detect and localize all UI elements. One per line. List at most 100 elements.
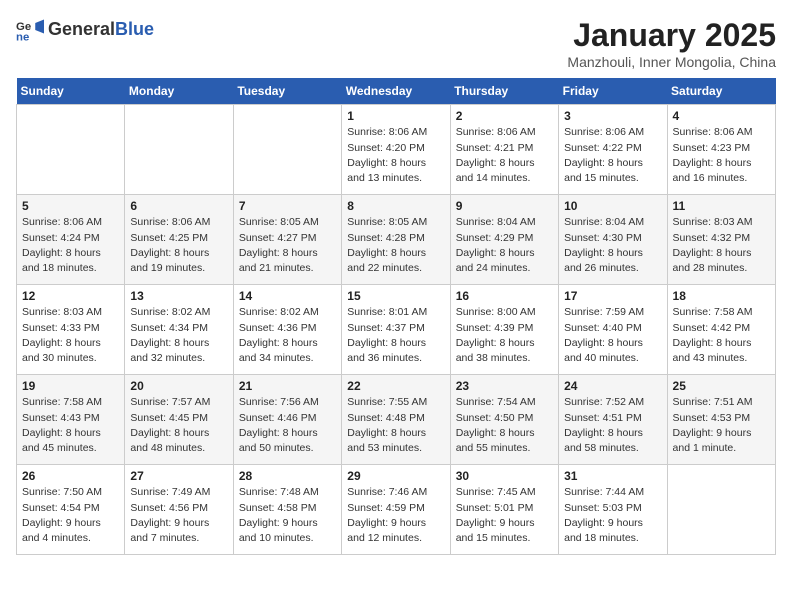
- calendar-table: SundayMondayTuesdayWednesdayThursdayFrid…: [16, 78, 776, 555]
- day-number: 30: [456, 469, 553, 483]
- day-number: 7: [239, 199, 336, 213]
- day-number: 14: [239, 289, 336, 303]
- calendar-cell: 28 Sunrise: 7:48 AM Sunset: 4:58 PM Dayli…: [233, 465, 341, 555]
- day-number: 1: [347, 109, 444, 123]
- weekday-header-row: SundayMondayTuesdayWednesdayThursdayFrid…: [17, 78, 776, 105]
- svg-text:ne: ne: [16, 32, 29, 44]
- calendar-cell: 17 Sunrise: 7:59 AM Sunset: 4:40 PM Dayli…: [559, 285, 667, 375]
- day-number: 17: [564, 289, 661, 303]
- calendar-cell: 30 Sunrise: 7:45 AM Sunset: 5:01 PM Dayli…: [450, 465, 558, 555]
- calendar-cell: [233, 105, 341, 195]
- calendar-week-row: 12 Sunrise: 8:03 AM Sunset: 4:33 PM Dayli…: [17, 285, 776, 375]
- calendar-week-row: 1 Sunrise: 8:06 AM Sunset: 4:20 PM Daylig…: [17, 105, 776, 195]
- day-detail: Sunrise: 7:52 AM Sunset: 4:51 PM Dayligh…: [564, 395, 661, 456]
- day-number: 8: [347, 199, 444, 213]
- calendar-cell: 11 Sunrise: 8:03 AM Sunset: 4:32 PM Dayli…: [667, 195, 775, 285]
- day-detail: Sunrise: 7:44 AM Sunset: 5:03 PM Dayligh…: [564, 485, 661, 546]
- day-number: 5: [22, 199, 119, 213]
- day-detail: Sunrise: 7:48 AM Sunset: 4:58 PM Dayligh…: [239, 485, 336, 546]
- day-detail: Sunrise: 8:02 AM Sunset: 4:34 PM Dayligh…: [130, 305, 227, 366]
- calendar-cell: 22 Sunrise: 7:55 AM Sunset: 4:48 PM Dayli…: [342, 375, 450, 465]
- location-subtitle: Manzhouli, Inner Mongolia, China: [567, 54, 776, 70]
- day-number: 3: [564, 109, 661, 123]
- day-number: 16: [456, 289, 553, 303]
- calendar-cell: 12 Sunrise: 8:03 AM Sunset: 4:33 PM Dayli…: [17, 285, 125, 375]
- day-detail: Sunrise: 8:06 AM Sunset: 4:22 PM Dayligh…: [564, 125, 661, 186]
- day-number: 25: [673, 379, 770, 393]
- calendar-week-row: 5 Sunrise: 8:06 AM Sunset: 4:24 PM Daylig…: [17, 195, 776, 285]
- logo: Ge ne GeneralBlue: [16, 16, 154, 44]
- day-detail: Sunrise: 7:54 AM Sunset: 4:50 PM Dayligh…: [456, 395, 553, 456]
- calendar-cell: [667, 465, 775, 555]
- calendar-cell: 15 Sunrise: 8:01 AM Sunset: 4:37 PM Dayli…: [342, 285, 450, 375]
- calendar-cell: 27Sunrise: 7:49 AM Sunset: 4:56 PM Dayli…: [125, 465, 233, 555]
- calendar-cell: 25Sunrise: 7:51 AM Sunset: 4:53 PM Dayli…: [667, 375, 775, 465]
- calendar-cell: [17, 105, 125, 195]
- day-number: 10: [564, 199, 661, 213]
- day-detail: Sunrise: 7:57 AM Sunset: 4:45 PM Dayligh…: [130, 395, 227, 456]
- calendar-cell: 21 Sunrise: 7:56 AM Sunset: 4:46 PM Dayli…: [233, 375, 341, 465]
- day-number: 18: [673, 289, 770, 303]
- day-detail: Sunrise: 7:55 AM Sunset: 4:48 PM Dayligh…: [347, 395, 444, 456]
- weekday-header-thursday: Thursday: [450, 78, 558, 105]
- day-number: 9: [456, 199, 553, 213]
- day-detail: Sunrise: 7:45 AM Sunset: 5:01 PM Dayligh…: [456, 485, 553, 546]
- calendar-cell: 3 Sunrise: 8:06 AM Sunset: 4:22 PM Daylig…: [559, 105, 667, 195]
- day-detail: Sunrise: 8:03 AM Sunset: 4:32 PM Dayligh…: [673, 215, 770, 276]
- day-detail: Sunrise: 7:58 AM Sunset: 4:43 PM Dayligh…: [22, 395, 119, 456]
- calendar-cell: 23 Sunrise: 7:54 AM Sunset: 4:50 PM Dayli…: [450, 375, 558, 465]
- calendar-cell: 19Sunrise: 7:58 AM Sunset: 4:43 PM Dayli…: [17, 375, 125, 465]
- calendar-cell: [125, 105, 233, 195]
- calendar-cell: 8Sunrise: 8:05 AM Sunset: 4:28 PM Daylig…: [342, 195, 450, 285]
- day-detail: Sunrise: 8:04 AM Sunset: 4:29 PM Dayligh…: [456, 215, 553, 276]
- day-detail: Sunrise: 8:03 AM Sunset: 4:33 PM Dayligh…: [22, 305, 119, 366]
- day-number: 11: [673, 199, 770, 213]
- calendar-cell: 9 Sunrise: 8:04 AM Sunset: 4:29 PM Daylig…: [450, 195, 558, 285]
- day-number: 22: [347, 379, 444, 393]
- weekday-header-saturday: Saturday: [667, 78, 775, 105]
- day-number: 29: [347, 469, 444, 483]
- calendar-cell: 6Sunrise: 8:06 AM Sunset: 4:25 PM Daylig…: [125, 195, 233, 285]
- day-detail: Sunrise: 7:58 AM Sunset: 4:42 PM Dayligh…: [673, 305, 770, 366]
- day-number: 4: [673, 109, 770, 123]
- day-detail: Sunrise: 7:49 AM Sunset: 4:56 PM Dayligh…: [130, 485, 227, 546]
- day-number: 28: [239, 469, 336, 483]
- day-number: 13: [130, 289, 227, 303]
- weekday-header-monday: Monday: [125, 78, 233, 105]
- calendar-week-row: 26Sunrise: 7:50 AM Sunset: 4:54 PM Dayli…: [17, 465, 776, 555]
- day-detail: Sunrise: 8:06 AM Sunset: 4:21 PM Dayligh…: [456, 125, 553, 186]
- logo-general-text: GeneralBlue: [48, 20, 154, 40]
- day-number: 24: [564, 379, 661, 393]
- day-number: 15: [347, 289, 444, 303]
- day-number: 31: [564, 469, 661, 483]
- calendar-cell: 5 Sunrise: 8:06 AM Sunset: 4:24 PM Daylig…: [17, 195, 125, 285]
- day-detail: Sunrise: 7:46 AM Sunset: 4:59 PM Dayligh…: [347, 485, 444, 546]
- day-number: 23: [456, 379, 553, 393]
- weekday-header-wednesday: Wednesday: [342, 78, 450, 105]
- weekday-header-tuesday: Tuesday: [233, 78, 341, 105]
- day-detail: Sunrise: 7:59 AM Sunset: 4:40 PM Dayligh…: [564, 305, 661, 366]
- day-detail: Sunrise: 8:06 AM Sunset: 4:24 PM Dayligh…: [22, 215, 119, 276]
- calendar-cell: 20 Sunrise: 7:57 AM Sunset: 4:45 PM Dayli…: [125, 375, 233, 465]
- calendar-cell: 18 Sunrise: 7:58 AM Sunset: 4:42 PM Dayli…: [667, 285, 775, 375]
- day-detail: Sunrise: 7:56 AM Sunset: 4:46 PM Dayligh…: [239, 395, 336, 456]
- day-detail: Sunrise: 8:06 AM Sunset: 4:20 PM Dayligh…: [347, 125, 444, 186]
- calendar-cell: 4Sunrise: 8:06 AM Sunset: 4:23 PM Daylig…: [667, 105, 775, 195]
- day-detail: Sunrise: 8:04 AM Sunset: 4:30 PM Dayligh…: [564, 215, 661, 276]
- calendar-cell: 31 Sunrise: 7:44 AM Sunset: 5:03 PM Dayli…: [559, 465, 667, 555]
- calendar-cell: 7 Sunrise: 8:05 AM Sunset: 4:27 PM Daylig…: [233, 195, 341, 285]
- day-detail: Sunrise: 8:01 AM Sunset: 4:37 PM Dayligh…: [347, 305, 444, 366]
- day-detail: Sunrise: 8:05 AM Sunset: 4:27 PM Dayligh…: [239, 215, 336, 276]
- page-header: Ge ne GeneralBlue January 2025 Manzhouli…: [16, 16, 776, 70]
- title-block: January 2025 Manzhouli, Inner Mongolia, …: [567, 16, 776, 70]
- day-detail: Sunrise: 8:02 AM Sunset: 4:36 PM Dayligh…: [239, 305, 336, 366]
- day-detail: Sunrise: 8:00 AM Sunset: 4:39 PM Dayligh…: [456, 305, 553, 366]
- day-number: 2: [456, 109, 553, 123]
- day-number: 12: [22, 289, 119, 303]
- day-detail: Sunrise: 7:50 AM Sunset: 4:54 PM Dayligh…: [22, 485, 119, 546]
- day-number: 20: [130, 379, 227, 393]
- calendar-week-row: 19Sunrise: 7:58 AM Sunset: 4:43 PM Dayli…: [17, 375, 776, 465]
- day-number: 21: [239, 379, 336, 393]
- calendar-cell: 14 Sunrise: 8:02 AM Sunset: 4:36 PM Dayli…: [233, 285, 341, 375]
- weekday-header-friday: Friday: [559, 78, 667, 105]
